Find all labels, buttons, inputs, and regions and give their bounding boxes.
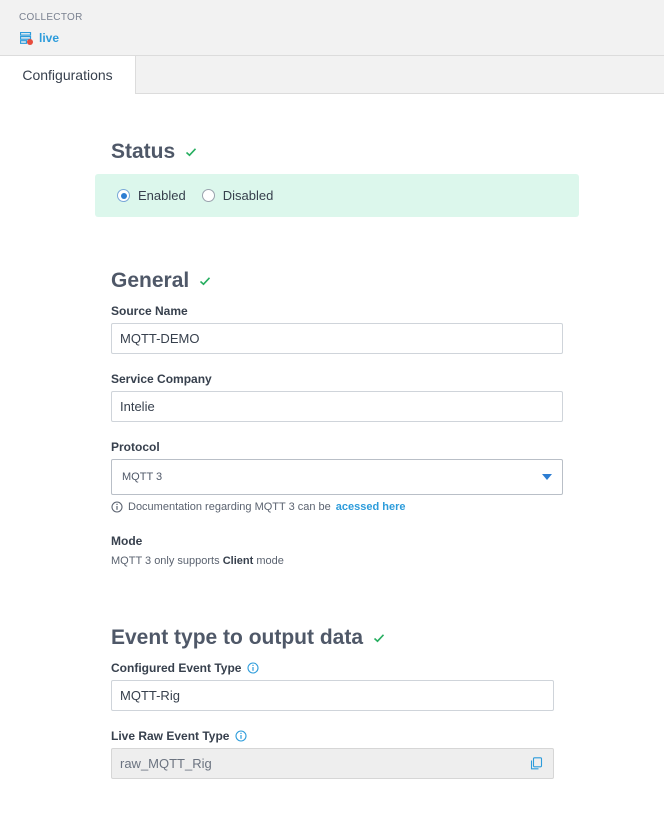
- radio-disabled-label: Disabled: [222, 188, 274, 203]
- database-status-icon: [19, 31, 33, 45]
- live-raw-event-type-label-text: Live Raw Event Type: [111, 729, 230, 743]
- doc-note-text: Documentation regarding MQTT 3 can be: [128, 501, 331, 513]
- event-type-section-title: Event type to output data: [111, 626, 385, 650]
- check-icon: [186, 148, 197, 157]
- live-raw-event-type-field: raw_MQTT_Rig: [111, 748, 554, 779]
- status-title-text: Status: [111, 140, 176, 163]
- live-link-label: live: [39, 31, 60, 45]
- chevron-down-icon: [542, 474, 552, 480]
- radio-disabled[interactable]: Disabled: [201, 188, 274, 203]
- mode-text-bold: Client: [222, 555, 254, 567]
- radio-enabled-label: Enabled: [138, 188, 186, 203]
- live-raw-event-type-value: raw_MQTT_Rig: [120, 756, 212, 771]
- protocol-doc-note: Documentation regarding MQTT 3 can be ac…: [111, 501, 406, 513]
- mode-label: Mode: [111, 534, 143, 548]
- tab-bar: Configurations: [0, 56, 664, 94]
- configured-event-type-input[interactable]: MQTT-Rig: [111, 680, 554, 711]
- protocol-select[interactable]: MQTT 3: [111, 459, 563, 495]
- protocol-label: Protocol: [111, 440, 160, 454]
- check-icon: [373, 634, 385, 643]
- info-icon[interactable]: [247, 662, 260, 674]
- service-company-input[interactable]: Intelie: [111, 391, 563, 422]
- mode-text-after: mode: [256, 555, 284, 567]
- live-collector-link[interactable]: live: [19, 31, 60, 45]
- general-title-text: General: [111, 269, 190, 292]
- doc-link[interactable]: acessed here: [336, 501, 406, 513]
- service-company-label: Service Company: [111, 372, 212, 386]
- configured-event-type-label-text: Configured Event Type: [111, 661, 242, 675]
- copy-icon[interactable]: [530, 757, 543, 770]
- protocol-selected-value: MQTT 3: [122, 471, 163, 483]
- collector-label: COLLECTOR: [19, 12, 83, 23]
- live-raw-event-type-label: Live Raw Event Type: [111, 729, 248, 743]
- mode-text-before: MQTT 3 only supports: [111, 555, 220, 567]
- radio-enabled-indicator[interactable]: [117, 189, 130, 202]
- tab-configurations[interactable]: Configurations: [0, 56, 136, 94]
- source-name-label: Source Name: [111, 304, 188, 318]
- general-section-title: General: [111, 269, 211, 293]
- status-radio-group: Enabled Disabled: [95, 174, 579, 217]
- status-section-title: Status: [111, 140, 197, 164]
- info-icon: [111, 501, 123, 513]
- radio-enabled[interactable]: Enabled: [117, 188, 186, 203]
- configured-event-type-label: Configured Event Type: [111, 661, 260, 675]
- event-type-title-text: Event type to output data: [111, 626, 363, 649]
- info-icon[interactable]: [235, 730, 248, 742]
- collector-header: COLLECTOR live: [0, 0, 664, 56]
- mode-description: MQTT 3 only supports Client mode: [111, 555, 284, 567]
- source-name-input[interactable]: MQTT-DEMO: [111, 323, 563, 354]
- check-icon: [200, 277, 211, 286]
- radio-disabled-indicator[interactable]: [201, 189, 215, 202]
